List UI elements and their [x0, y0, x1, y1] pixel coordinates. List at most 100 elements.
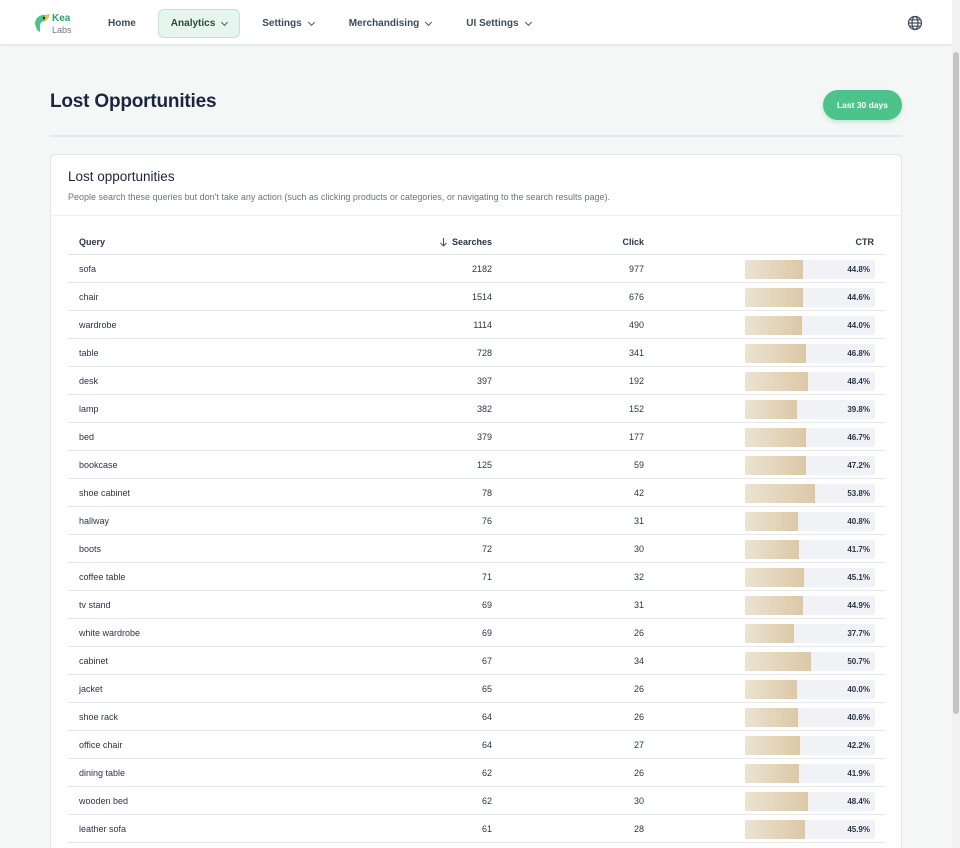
- lost-opportunities-card: Lost opportunities People search these q…: [50, 154, 902, 848]
- table-row[interactable]: bed 379 177 46.7%: [68, 423, 885, 451]
- nav-item-label: Analytics: [170, 18, 216, 29]
- cell-query: white wardrobe: [79, 628, 141, 638]
- ctr-bar-fill: [745, 652, 811, 671]
- cell-searches: 2182: [471, 264, 492, 274]
- cell-query: dining table: [79, 768, 126, 778]
- cell-click: 31: [633, 516, 644, 526]
- cell-searches: 64: [481, 740, 492, 750]
- table-row[interactable]: white wardrobe 69 26 37.7%: [68, 619, 885, 647]
- table-row[interactable]: desk 397 192 48.4%: [68, 367, 885, 395]
- nav-item-analytics[interactable]: Analytics: [157, 9, 241, 38]
- ctr-bar-fill: [745, 316, 803, 335]
- cell-query: coffee table: [79, 572, 126, 582]
- cell-query: boots: [79, 544, 102, 554]
- table-row[interactable]: cabinet 67 34 50.7%: [68, 647, 885, 675]
- cell-click: 26: [633, 684, 644, 694]
- cell-searches: 72: [481, 544, 492, 554]
- ctr-bar: 41.7%: [745, 540, 875, 559]
- column-header-ctr[interactable]: CTR: [856, 237, 875, 247]
- ctr-bar-fill: [745, 764, 800, 783]
- nav-item-label: UI Settings: [466, 18, 519, 29]
- brand-name: Kea Labs: [52, 14, 72, 36]
- table-row[interactable]: leather sofa 61 28 45.9%: [68, 815, 885, 843]
- ctr-bar: 50.7%: [745, 652, 875, 671]
- cell-click: 30: [633, 544, 644, 554]
- cell-ctr: 37.7%: [847, 629, 870, 638]
- cell-searches: 125: [476, 460, 492, 470]
- ctr-bar: 46.8%: [745, 344, 875, 363]
- cell-searches: 379: [476, 432, 492, 442]
- cell-click: 977: [628, 264, 644, 274]
- cell-query: jacket: [79, 684, 103, 694]
- table-body: sofa 2182 977 44.8% chair 1514 676 44.6% wardrob…: [68, 255, 885, 843]
- page-scrollbar[interactable]: [952, 0, 960, 848]
- cell-ctr: 44.9%: [847, 601, 870, 610]
- cell-searches: 397: [476, 376, 492, 386]
- ctr-bar-fill: [745, 344, 806, 363]
- nav-item-home[interactable]: Home: [95, 9, 149, 38]
- cell-ctr: 40.6%: [847, 713, 870, 722]
- table-row[interactable]: tv stand 69 31 44.9%: [68, 591, 885, 619]
- globe-icon[interactable]: [907, 15, 923, 31]
- cell-searches: 1114: [473, 320, 492, 330]
- nav-item-settings[interactable]: Settings: [249, 9, 326, 38]
- cell-ctr: 53.8%: [847, 489, 870, 498]
- cell-ctr: 48.4%: [847, 797, 870, 806]
- arrow-down-icon: [440, 238, 447, 247]
- cell-ctr: 48.4%: [847, 377, 870, 386]
- ctr-bar-fill: [745, 792, 808, 811]
- nav-item-merchandising[interactable]: Merchandising: [336, 9, 445, 38]
- table-row[interactable]: hallway 76 31 40.8%: [68, 507, 885, 535]
- table-row[interactable]: bookcase 125 59 47.2%: [68, 451, 885, 479]
- table-row[interactable]: boots 72 30 41.7%: [68, 535, 885, 563]
- column-header-click[interactable]: Click: [622, 237, 644, 247]
- cell-ctr: 41.7%: [847, 545, 870, 554]
- cell-ctr: 39.8%: [847, 405, 870, 414]
- table-row[interactable]: lamp 382 152 39.8%: [68, 395, 885, 423]
- cell-searches: 64: [481, 712, 492, 722]
- ctr-bar-fill: [745, 400, 797, 419]
- cell-query: cabinet: [79, 656, 109, 666]
- nav-item-ui-settings[interactable]: UI Settings: [453, 9, 543, 38]
- cell-click: 192: [628, 376, 644, 386]
- ctr-bar-fill: [745, 484, 815, 503]
- ctr-bar: 39.8%: [745, 400, 875, 419]
- table-row[interactable]: shoe rack 64 26 40.6%: [68, 703, 885, 731]
- table-row[interactable]: office chair 64 27 42.2%: [68, 731, 885, 759]
- cell-click: 59: [633, 460, 644, 470]
- table-header: Query Searches Click CTR: [68, 232, 885, 255]
- cell-ctr: 45.1%: [847, 573, 870, 582]
- column-header-query[interactable]: Query: [79, 237, 105, 247]
- column-header-searches[interactable]: Searches: [439, 237, 492, 247]
- ctr-bar-fill: [745, 288, 803, 307]
- kea-parrot-icon: [35, 14, 50, 33]
- table-row[interactable]: coffee table 71 32 45.1%: [68, 563, 885, 591]
- ctr-bar-fill: [745, 372, 808, 391]
- cell-query: wooden bed: [79, 796, 129, 806]
- chevron-down-icon: [307, 18, 315, 26]
- cell-query: bed: [79, 432, 95, 442]
- table-row[interactable]: shoe cabinet 78 42 53.8%: [68, 479, 885, 507]
- table-row[interactable]: dining table 62 26 41.9%: [68, 759, 885, 787]
- scrollbar-thumb[interactable]: [953, 52, 959, 714]
- top-nav-bar: Kea Labs Home Analytics Settings Merchan…: [0, 0, 952, 45]
- date-range-button[interactable]: Last 30 days: [823, 90, 902, 120]
- ctr-bar-fill: [745, 820, 805, 839]
- cell-click: 341: [628, 348, 644, 358]
- table-row[interactable]: wooden bed 62 30 48.4%: [68, 787, 885, 815]
- cell-searches: 61: [481, 824, 492, 834]
- table-row[interactable]: sofa 2182 977 44.8%: [68, 255, 885, 283]
- table-row[interactable]: wardrobe 1114 490 44.0%: [68, 311, 885, 339]
- cell-searches: 69: [481, 600, 492, 610]
- table-row[interactable]: chair 1514 676 44.6%: [68, 283, 885, 311]
- cell-searches: 71: [481, 572, 492, 582]
- ctr-bar-fill: [745, 456, 807, 475]
- table-row[interactable]: table 728 341 46.8%: [68, 339, 885, 367]
- main-nav: Home Analytics Settings Merchandising UI…: [95, 9, 553, 38]
- card-header: Lost opportunities People search these q…: [51, 155, 901, 216]
- kea-labs-logo[interactable]: Kea Labs: [32, 11, 76, 37]
- cell-ctr: 40.8%: [847, 517, 870, 526]
- cell-click: 34: [633, 656, 644, 666]
- table-row[interactable]: jacket 65 26 40.0%: [68, 675, 885, 703]
- cell-click: 26: [633, 768, 644, 778]
